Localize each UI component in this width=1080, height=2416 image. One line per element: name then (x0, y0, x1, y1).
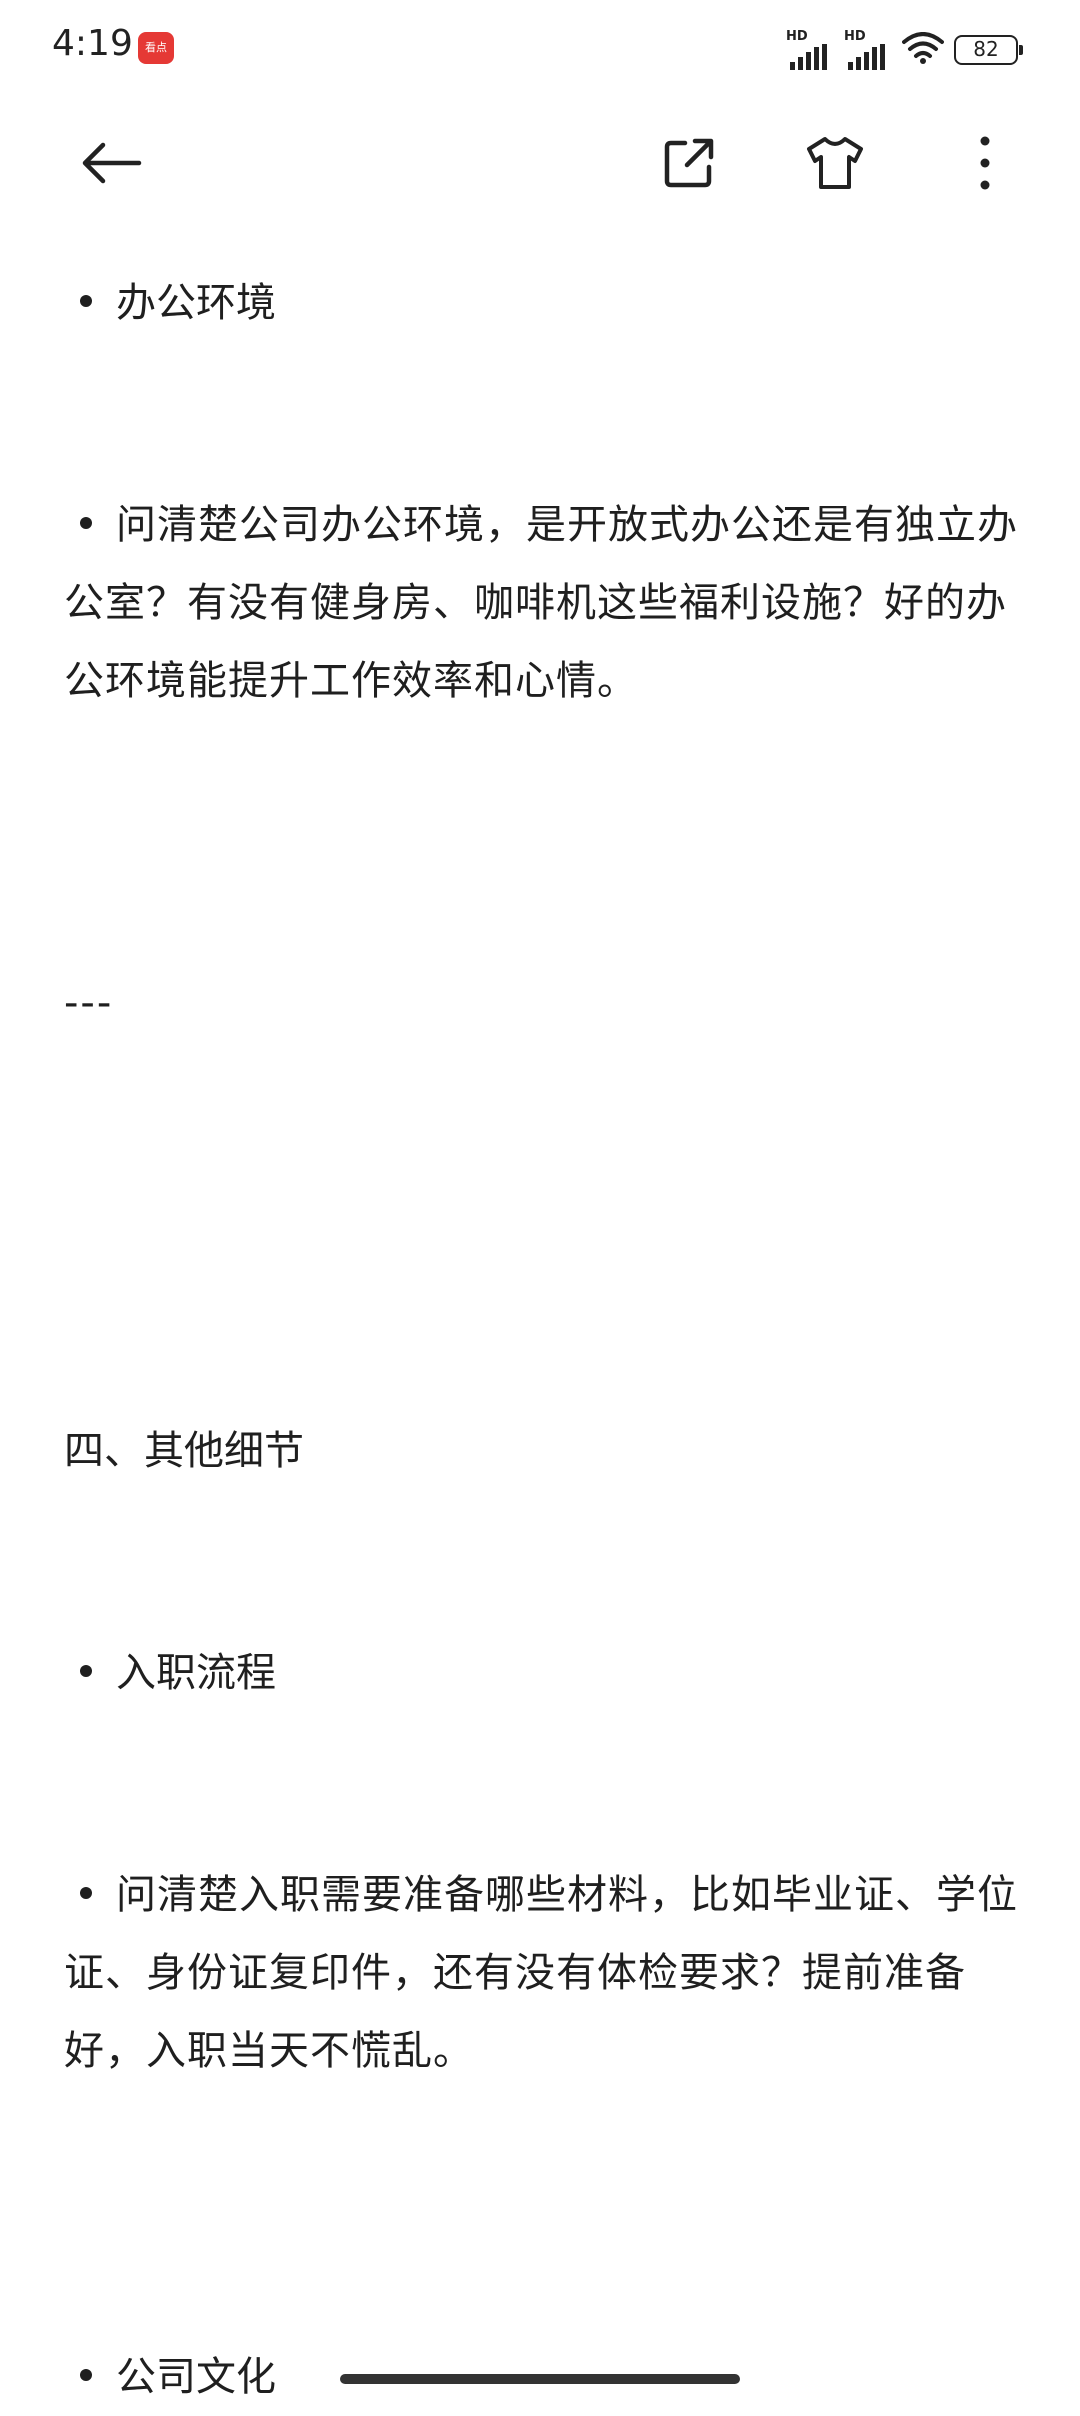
item-heading: 办公环境 (116, 280, 276, 326)
bullet-icon (80, 2369, 92, 2381)
item-heading: 公司文化 (116, 2354, 276, 2400)
signal-icon: HD (786, 30, 834, 70)
signal-icon: HD (844, 30, 892, 70)
external-link-icon (664, 138, 714, 188)
signal-hd-label: HD (786, 29, 808, 44)
signal-hd-label: HD (844, 29, 866, 44)
more-vertical-icon (980, 136, 990, 190)
status-icons: HD HD 82 (786, 30, 1023, 70)
toolbar (0, 96, 1080, 236)
share-button[interactable] (644, 118, 734, 208)
wifi-icon (902, 32, 944, 68)
item-text: 问清楚入职需要准备哪些材料，比如毕业证、学位证、身份证复印件，还有没有体检要求？… (64, 1872, 1018, 2074)
bullet-icon (80, 517, 92, 529)
battery-icon: 82 (954, 35, 1023, 65)
tshirt-icon (807, 137, 863, 189)
list-item: 问清楚公司办公环境，是开放式办公还是有独立办公室？有没有健身房、咖啡机这些福利设… (64, 486, 1024, 720)
app-badge-icon: 看点 (138, 32, 174, 64)
theme-button[interactable] (790, 118, 880, 208)
more-button[interactable] (940, 118, 1030, 208)
list-item: 问清楚入职需要准备哪些材料，比如毕业证、学位证、身份证复印件，还有没有体检要求？… (64, 1856, 1024, 2090)
bullet-icon (80, 295, 92, 307)
bullet-icon (80, 1887, 92, 1899)
home-indicator[interactable] (340, 2374, 740, 2384)
section-title: 四、其他细节 (64, 1428, 304, 1474)
status-bar: 4:19 看点 HD HD 82 (0, 0, 1080, 96)
item-heading: 入职流程 (116, 1650, 276, 1696)
arrow-left-icon (82, 142, 142, 184)
list-item: 公司文化 (64, 2338, 276, 2416)
divider: --- (64, 980, 114, 1026)
back-button[interactable] (66, 118, 156, 208)
item-text: 问清楚公司办公环境，是开放式办公还是有独立办公室？有没有健身房、咖啡机这些福利设… (64, 502, 1018, 704)
list-item: 入职流程 (64, 1634, 276, 1712)
list-item: 办公环境 (64, 264, 276, 342)
bullet-icon (80, 1665, 92, 1677)
status-time: 4:19 (52, 23, 133, 64)
